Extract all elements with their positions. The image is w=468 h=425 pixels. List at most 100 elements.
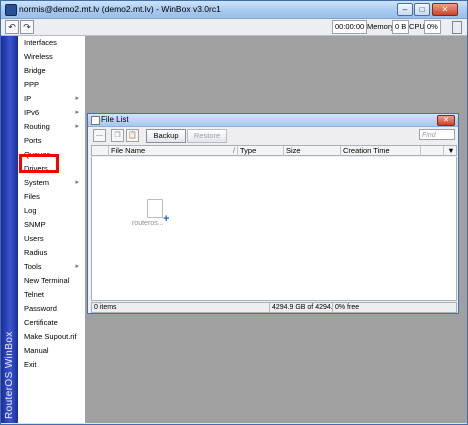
uptime-display: 00:00:00 <box>332 20 368 34</box>
sidebar-item-label: Queues <box>24 150 51 159</box>
sidebar: RouterOS WinBox Interfaces Wireless Bridge… <box>1 36 86 423</box>
sidebar-item-log[interactable]: Log <box>19 204 85 218</box>
cpu-usage-bar <box>452 21 462 34</box>
sort-icon: / <box>232 146 235 155</box>
window-title: normis@demo2.mt.lv (demo2.mt.lv) - WinBo… <box>19 4 221 14</box>
sidebar-item-label: Users <box>24 234 44 243</box>
submenu-arrow-icon: ▸ <box>75 123 79 130</box>
sidebar-item-label: Telnet <box>24 290 45 299</box>
sidebar-menu: Interfaces Wireless Bridge PPP IP ▸ IPv6 ▸ Routi… <box>19 36 85 372</box>
sidebar-item-label: IPv6 <box>24 108 40 117</box>
copy-icon[interactable]: ❐ <box>111 129 124 142</box>
sidebar-item-tools[interactable]: Tools ▸ <box>19 260 85 274</box>
sidebar-item-label: IP <box>24 94 32 103</box>
dragged-file-name: routeros... <box>132 220 164 227</box>
column-label: File Name <box>111 146 146 155</box>
redo-icon[interactable]: ↷ <box>20 20 34 34</box>
file-list-window-icon <box>91 116 100 125</box>
sidebar-item-wireless[interactable]: Wireless <box>19 50 85 64</box>
sidebar-item-password[interactable]: Password <box>19 302 85 316</box>
sidebar-item-drivers[interactable]: Drivers <box>19 162 85 176</box>
memory-value: 0 B <box>392 20 410 34</box>
sidebar-item-label: Tools <box>24 262 42 271</box>
cpu-value: 0% <box>424 20 441 34</box>
sidebar-item-label: Manual <box>24 346 49 355</box>
remove-icon[interactable]: — <box>93 129 106 142</box>
sidebar-item-files[interactable]: Files <box>19 190 85 204</box>
sidebar-item-certificate[interactable]: Certificate <box>19 316 85 330</box>
file-list-toolbar: — ❐ 📋 Backup Restore Find <box>88 127 458 144</box>
sidebar-item-exit[interactable]: Exit <box>19 358 85 372</box>
close-icon[interactable]: ✕ <box>437 115 455 126</box>
file-list-header: File Name / Type Size Creation Time ▼ <box>91 145 457 156</box>
title-bar[interactable]: normis@demo2.mt.lv (demo2.mt.lv) - WinBo… <box>1 1 467 19</box>
undo-icon[interactable]: ↶ <box>5 20 19 34</box>
sidebar-item-label: Ports <box>24 136 42 145</box>
sidebar-item-label: Radius <box>24 248 48 257</box>
disk-usage: 4294.9 GB of 4294.9 GB u... <box>272 303 333 313</box>
submenu-arrow-icon: ▸ <box>75 263 79 270</box>
submenu-arrow-icon: ▸ <box>75 95 79 102</box>
sidebar-item-queues[interactable]: Queues <box>19 148 85 162</box>
sidebar-item-routing[interactable]: Routing ▸ <box>19 120 85 134</box>
winbox-window: normis@demo2.mt.lv (demo2.mt.lv) - WinBo… <box>0 0 468 425</box>
sidebar-item-label: SNMP <box>24 220 46 229</box>
sidebar-item-label: Interfaces <box>24 38 57 47</box>
item-count: 0 items <box>92 303 270 313</box>
sidebar-item-label: Make Supout.rif <box>24 332 77 341</box>
sidebar-item-make-supout-rif[interactable]: Make Supout.rif <box>19 330 85 344</box>
sidebar-item-label: PPP <box>24 80 40 89</box>
disk-free: 0% free <box>335 304 360 311</box>
sidebar-item-label: New Terminal <box>24 276 70 285</box>
file-list-body: + routeros... <box>91 157 457 301</box>
file-list-title-bar[interactable]: File List ✕ <box>88 114 458 127</box>
sidebar-item-label: Log <box>24 206 37 215</box>
sidebar-item-snmp[interactable]: SNMP <box>19 218 85 232</box>
column-header-extra <box>421 146 444 156</box>
sidebar-item-ip[interactable]: IP ▸ <box>19 92 85 106</box>
winbox-app-icon <box>5 4 17 16</box>
brand-strip: RouterOS WinBox <box>1 36 18 423</box>
brand-label: RouterOS WinBox <box>4 331 15 419</box>
file-list-status-bar: 0 items 4294.9 GB of 4294.9 GB u... 0% f… <box>91 302 457 313</box>
sidebar-item-ports[interactable]: Ports <box>19 134 85 148</box>
backup-button[interactable]: Backup <box>146 129 186 143</box>
minimize-icon[interactable]: – <box>397 3 413 16</box>
sidebar-item-interfaces[interactable]: Interfaces <box>19 36 85 50</box>
main-toolbar: ↶ ↷ 00:00:00 Memory: 0 B CPU: 0% <box>1 19 467 36</box>
sidebar-item-new-terminal[interactable]: New Terminal <box>19 274 85 288</box>
sidebar-item-label: Routing <box>24 122 50 131</box>
column-header-type[interactable]: Type <box>238 146 284 156</box>
sidebar-item-ppp[interactable]: PPP <box>19 78 85 92</box>
sidebar-item-label: Files <box>24 192 40 201</box>
sidebar-item-bridge[interactable]: Bridge <box>19 64 85 78</box>
file-list-title: File List <box>101 115 129 124</box>
sidebar-item-label: Drivers <box>24 164 48 173</box>
sidebar-item-label: Bridge <box>24 66 46 75</box>
maximize-icon[interactable]: □ <box>414 3 430 16</box>
column-header-file-name[interactable]: File Name / <box>109 146 238 156</box>
close-icon[interactable]: ✕ <box>432 3 458 16</box>
sidebar-item-label: Certificate <box>24 318 58 327</box>
sidebar-item-label: Exit <box>24 360 37 369</box>
sidebar-item-label: Password <box>24 304 57 313</box>
sidebar-item-ipv6[interactable]: IPv6 ▸ <box>19 106 85 120</box>
sidebar-item-users[interactable]: Users <box>19 232 85 246</box>
sidebar-item-manual[interactable]: Manual <box>19 344 85 358</box>
column-header-creation-time[interactable]: Creation Time <box>341 146 421 156</box>
submenu-arrow-icon: ▸ <box>75 109 79 116</box>
sidebar-item-system[interactable]: System ▸ <box>19 176 85 190</box>
restore-button[interactable]: Restore <box>187 129 227 143</box>
file-list-window: File List ✕ — ❐ 📋 Backup Restore Find Fi… <box>87 113 459 314</box>
column-header-size[interactable]: Size <box>284 146 341 156</box>
sidebar-item-label: System <box>24 178 50 187</box>
column-chooser-icon[interactable]: ▼ <box>444 146 456 156</box>
sidebar-item-telnet[interactable]: Telnet <box>19 288 85 302</box>
column-spacer <box>92 146 109 156</box>
sidebar-item-label: Wireless <box>24 52 53 61</box>
sidebar-item-radius[interactable]: Radius <box>19 246 85 260</box>
file-icon[interactable] <box>147 199 163 218</box>
find-input[interactable]: Find <box>419 129 455 140</box>
submenu-arrow-icon: ▸ <box>75 179 79 186</box>
paste-icon[interactable]: 📋 <box>126 129 139 142</box>
